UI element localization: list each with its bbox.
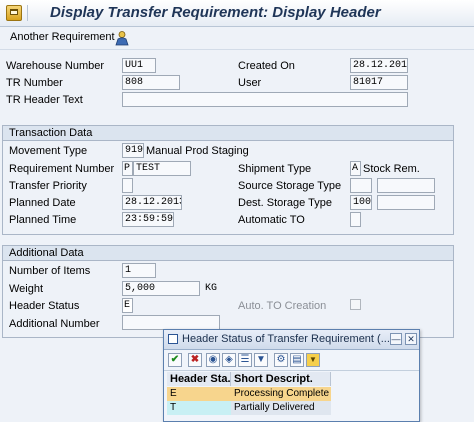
close-button[interactable]: ✕ — [405, 333, 417, 345]
created-on-label: Created On — [238, 60, 295, 72]
row-description: Processing Complete — [234, 388, 330, 399]
row-status: E — [170, 388, 177, 399]
sort-icon[interactable]: ☰ — [238, 353, 252, 367]
dest-storage-type-label: Dest. Storage Type — [238, 197, 332, 209]
checkmark-icon[interactable]: ✔ — [168, 353, 182, 367]
automatic-to-label: Automatic TO — [238, 214, 305, 226]
shipment-type-text: Stock Rem. — [363, 163, 420, 175]
find-next-icon[interactable]: ◈ — [222, 353, 236, 367]
sap-menu-icon[interactable] — [6, 5, 22, 21]
popup-title: Header Status of Transfer Requirement (.… — [182, 333, 390, 345]
planned-date-label: Planned Date — [9, 197, 76, 209]
warehouse-number-label: Warehouse Number — [6, 60, 105, 72]
application-toolbar: Another Requirement — [0, 27, 474, 50]
movement-type-field[interactable]: 919 — [122, 143, 144, 158]
another-requirement-button[interactable]: Another Requirement — [10, 31, 115, 43]
movement-type-text: Manual Prod Staging — [146, 145, 249, 157]
filter-icon[interactable]: ▼ — [254, 353, 268, 367]
find-icon[interactable]: ◉ — [206, 353, 220, 367]
warehouse-number-field[interactable]: UU1 — [122, 58, 156, 73]
popup-toolbar: ✔ ✖ ◉ ◈ ☰ ▼ ⚙ ▤ ▼ — [164, 350, 419, 371]
transfer-priority-field[interactable] — [122, 178, 133, 193]
layout-dropdown-icon[interactable]: ▼ — [306, 353, 320, 367]
page-title: Display Transfer Requirement: Display He… — [50, 4, 381, 21]
print-icon[interactable]: ▤ — [290, 353, 304, 367]
table-row-selected[interactable]: E Processing Complete — [167, 387, 331, 401]
title-bar: Display Transfer Requirement: Display He… — [0, 0, 474, 27]
planned-time-field[interactable]: 23:59:59 — [122, 212, 174, 227]
created-on-field[interactable]: 28.12.2013 — [350, 58, 408, 73]
weight-label: Weight — [9, 283, 44, 295]
auto-to-creation-label: Auto. TO Creation — [238, 300, 327, 312]
title-separator — [27, 5, 28, 21]
source-storage-type-label: Source Storage Type — [238, 180, 342, 192]
column-header-description[interactable]: Short Descript. — [231, 372, 331, 386]
column-header-status[interactable]: Header Sta... — [167, 372, 231, 386]
source-storage-bin-field[interactable] — [377, 178, 435, 193]
tr-number-label: TR Number — [6, 77, 63, 89]
weight-field[interactable]: 5,000 — [122, 281, 200, 296]
movement-type-label: Movement Type — [9, 145, 88, 157]
user-label: User — [238, 77, 262, 89]
header-status-label: Header Status — [9, 300, 80, 312]
window-icon — [168, 334, 178, 344]
auto-to-creation-checkbox[interactable] — [350, 299, 361, 310]
number-of-items-field[interactable]: 1 — [122, 263, 156, 278]
tr-header-text-label: TR Header Text — [6, 94, 83, 106]
additional-number-field[interactable] — [122, 315, 220, 330]
requirement-number-label: Requirement Number — [9, 163, 115, 175]
cancel-icon[interactable]: ✖ — [188, 353, 202, 367]
shipment-type-field[interactable]: A — [350, 161, 361, 176]
automatic-to-field[interactable] — [350, 212, 361, 227]
table-row[interactable]: T Partially Delivered — [167, 401, 331, 415]
requirement-type-field[interactable]: P — [122, 161, 133, 176]
popup-title-bar: Header Status of Transfer Requirement (.… — [164, 330, 419, 350]
person-icon[interactable] — [114, 30, 130, 46]
tr-header-text-field[interactable] — [122, 92, 408, 107]
planned-date-field[interactable]: 28.12.2013 — [122, 195, 182, 210]
settings-icon[interactable]: ⚙ — [274, 353, 288, 367]
shipment-type-label: Shipment Type — [238, 163, 312, 175]
row-description: Partially Delivered — [231, 401, 331, 415]
weight-unit: KG — [205, 283, 218, 294]
row-status: T — [167, 401, 231, 415]
tr-number-field[interactable]: 808 — [122, 75, 180, 90]
requirement-number-field[interactable]: TEST — [133, 161, 191, 176]
minimize-button[interactable]: — — [390, 333, 402, 345]
number-of-items-label: Number of Items — [9, 265, 91, 277]
dest-storage-bin-field[interactable] — [377, 195, 435, 210]
header-status-field[interactable]: E — [122, 298, 133, 313]
additional-data-title: Additional Data — [3, 246, 453, 261]
dest-storage-type-field[interactable]: 100 — [350, 195, 372, 210]
source-storage-type-field[interactable] — [350, 178, 372, 193]
transfer-priority-label: Transfer Priority — [9, 180, 87, 192]
transaction-data-title: Transaction Data — [3, 126, 453, 141]
user-field[interactable]: 81017 — [350, 75, 408, 90]
planned-time-label: Planned Time — [9, 214, 77, 226]
additional-number-label: Additional Number — [9, 318, 100, 330]
header-status-popup: Header Status of Transfer Requirement (.… — [163, 329, 420, 422]
